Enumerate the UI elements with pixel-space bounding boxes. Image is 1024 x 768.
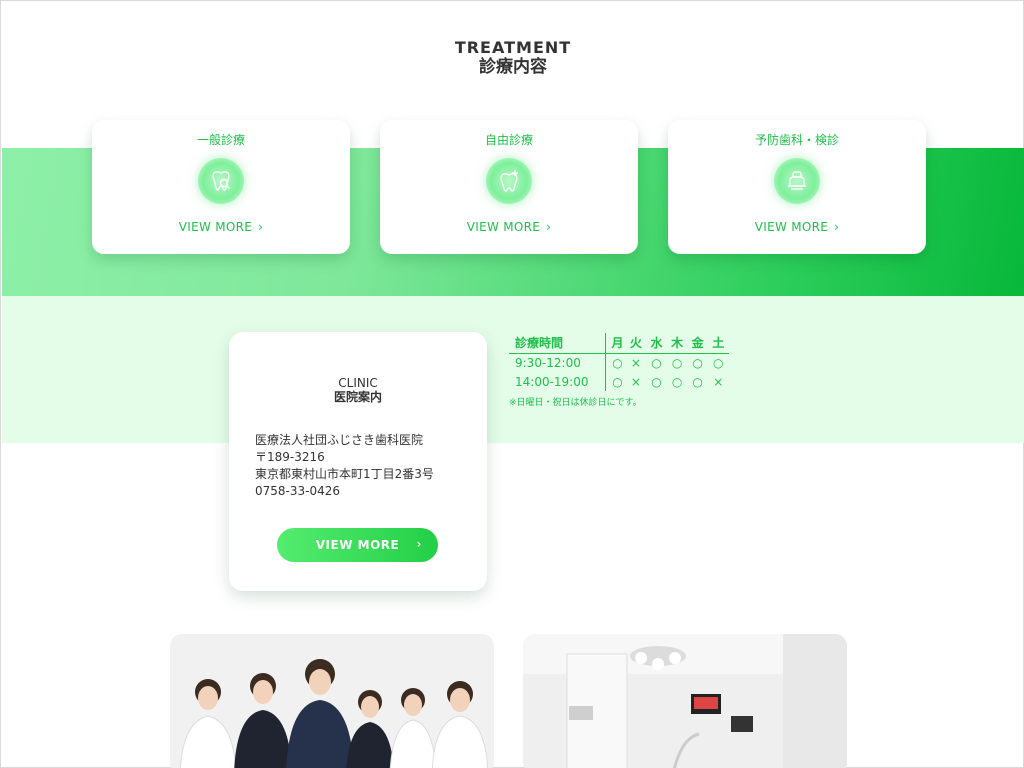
hours-mark: × xyxy=(630,355,641,370)
day-sat: 土 xyxy=(712,336,725,351)
hours-mark: ○ xyxy=(692,355,703,370)
treatment-title-en: TREATMENT xyxy=(454,38,572,57)
clinic-view-more-label: VIEW MORE xyxy=(315,538,400,552)
hours-time: 14:00-19:00 xyxy=(515,374,589,389)
hours-header-row: 診療時間 月 火 水 木 金 土 xyxy=(509,333,729,353)
clinic-card: CLINIC 医院案内 医療法人社団ふじさき歯科医院 〒189-3216 東京都… xyxy=(229,332,487,591)
treatment-card-general[interactable]: 一般診療 VIEW MORE › xyxy=(92,120,350,254)
staff-photo-illustration xyxy=(170,634,494,768)
day-wed: 水 xyxy=(650,336,663,351)
treatment-card-title: 一般診療 xyxy=(196,133,245,147)
hours-header-label: 診療時間 xyxy=(515,336,564,351)
staff-photo xyxy=(170,634,494,768)
treatment-section-title: TREATMENT 診療内容 xyxy=(1,38,1024,78)
day-mon: 月 xyxy=(604,333,626,353)
clinic-title-en: CLINIC xyxy=(338,376,378,390)
treatment-room-illustration xyxy=(523,634,847,768)
clinic-view-more-button[interactable]: VIEW MORE › xyxy=(277,528,438,562)
chevron-right-icon: › xyxy=(258,220,264,234)
hours-mark: ○ xyxy=(604,372,626,391)
tooth-implant-icon xyxy=(486,158,532,204)
treatment-card-self-pay[interactable]: 自由診療 VIEW MORE › xyxy=(380,120,638,254)
clinic-address-block: 医療法人社団ふじさき歯科医院 〒189-3216 東京都東村山市本町1丁目2番3… xyxy=(255,432,434,500)
day-tue: 火 xyxy=(629,336,642,351)
hours-mark: ○ xyxy=(651,355,662,370)
hours-time: 9:30-12:00 xyxy=(515,355,581,370)
chevron-right-icon: › xyxy=(416,537,422,551)
hours-mark: ○ xyxy=(713,355,724,370)
hours-note: ※日曜日・祝日は休診日にです。 xyxy=(509,398,642,408)
clinic-title-jp: 医院案内 xyxy=(333,390,382,404)
treatment-room-photo xyxy=(523,634,847,768)
view-more-link[interactable]: VIEW MORE › xyxy=(92,220,350,234)
view-more-label: VIEW MORE xyxy=(178,220,253,234)
tooth-magnifier-icon xyxy=(198,158,244,204)
hours-mark: ○ xyxy=(651,374,662,389)
hours-mark: ○ xyxy=(671,355,683,370)
clinic-address: 東京都東村山市本町1丁目2番3号 xyxy=(255,467,434,481)
hours-mark: × xyxy=(630,374,641,389)
treatment-card-prevention[interactable]: 予防歯科・検診 VIEW MORE › xyxy=(668,120,926,254)
hours-mark: ○ xyxy=(671,374,683,389)
day-fri: 金 xyxy=(691,336,704,351)
clinic-name: 医療法人社団ふじさき歯科医院 xyxy=(255,433,424,447)
hours-row-afternoon: 14:00-19:00 ○ × ○ ○ ○ × xyxy=(509,372,729,391)
treatment-title-jp: 診療内容 xyxy=(479,57,547,77)
chevron-right-icon: › xyxy=(546,220,552,234)
hours-table: 診療時間 月 火 水 木 金 土 9:30-12:00 ○ × ○ ○ ○ ○ … xyxy=(509,333,729,391)
hours-row-morning: 9:30-12:00 ○ × ○ ○ ○ ○ xyxy=(509,353,729,372)
view-more-label: VIEW MORE xyxy=(466,220,541,234)
clinic-postal: 〒189-3216 xyxy=(255,450,325,464)
day-thu: 木 xyxy=(671,336,684,351)
hours-mark: ○ xyxy=(604,353,626,372)
treatment-card-title: 予防歯科・検診 xyxy=(754,133,839,147)
hours-mark: ○ xyxy=(692,374,703,389)
treatment-card-title: 自由診療 xyxy=(484,133,533,147)
view-more-label: VIEW MORE xyxy=(754,220,829,234)
office-hours: 診療時間 月 火 水 木 金 土 9:30-12:00 ○ × ○ ○ ○ ○ … xyxy=(509,333,729,408)
clinic-phone: 0758-33-0426 xyxy=(255,484,341,498)
chevron-right-icon: › xyxy=(834,220,840,234)
hours-mark: × xyxy=(713,374,724,389)
dental-chair-icon xyxy=(774,158,820,204)
view-more-link[interactable]: VIEW MORE › xyxy=(668,220,926,234)
view-more-link[interactable]: VIEW MORE › xyxy=(380,220,638,234)
